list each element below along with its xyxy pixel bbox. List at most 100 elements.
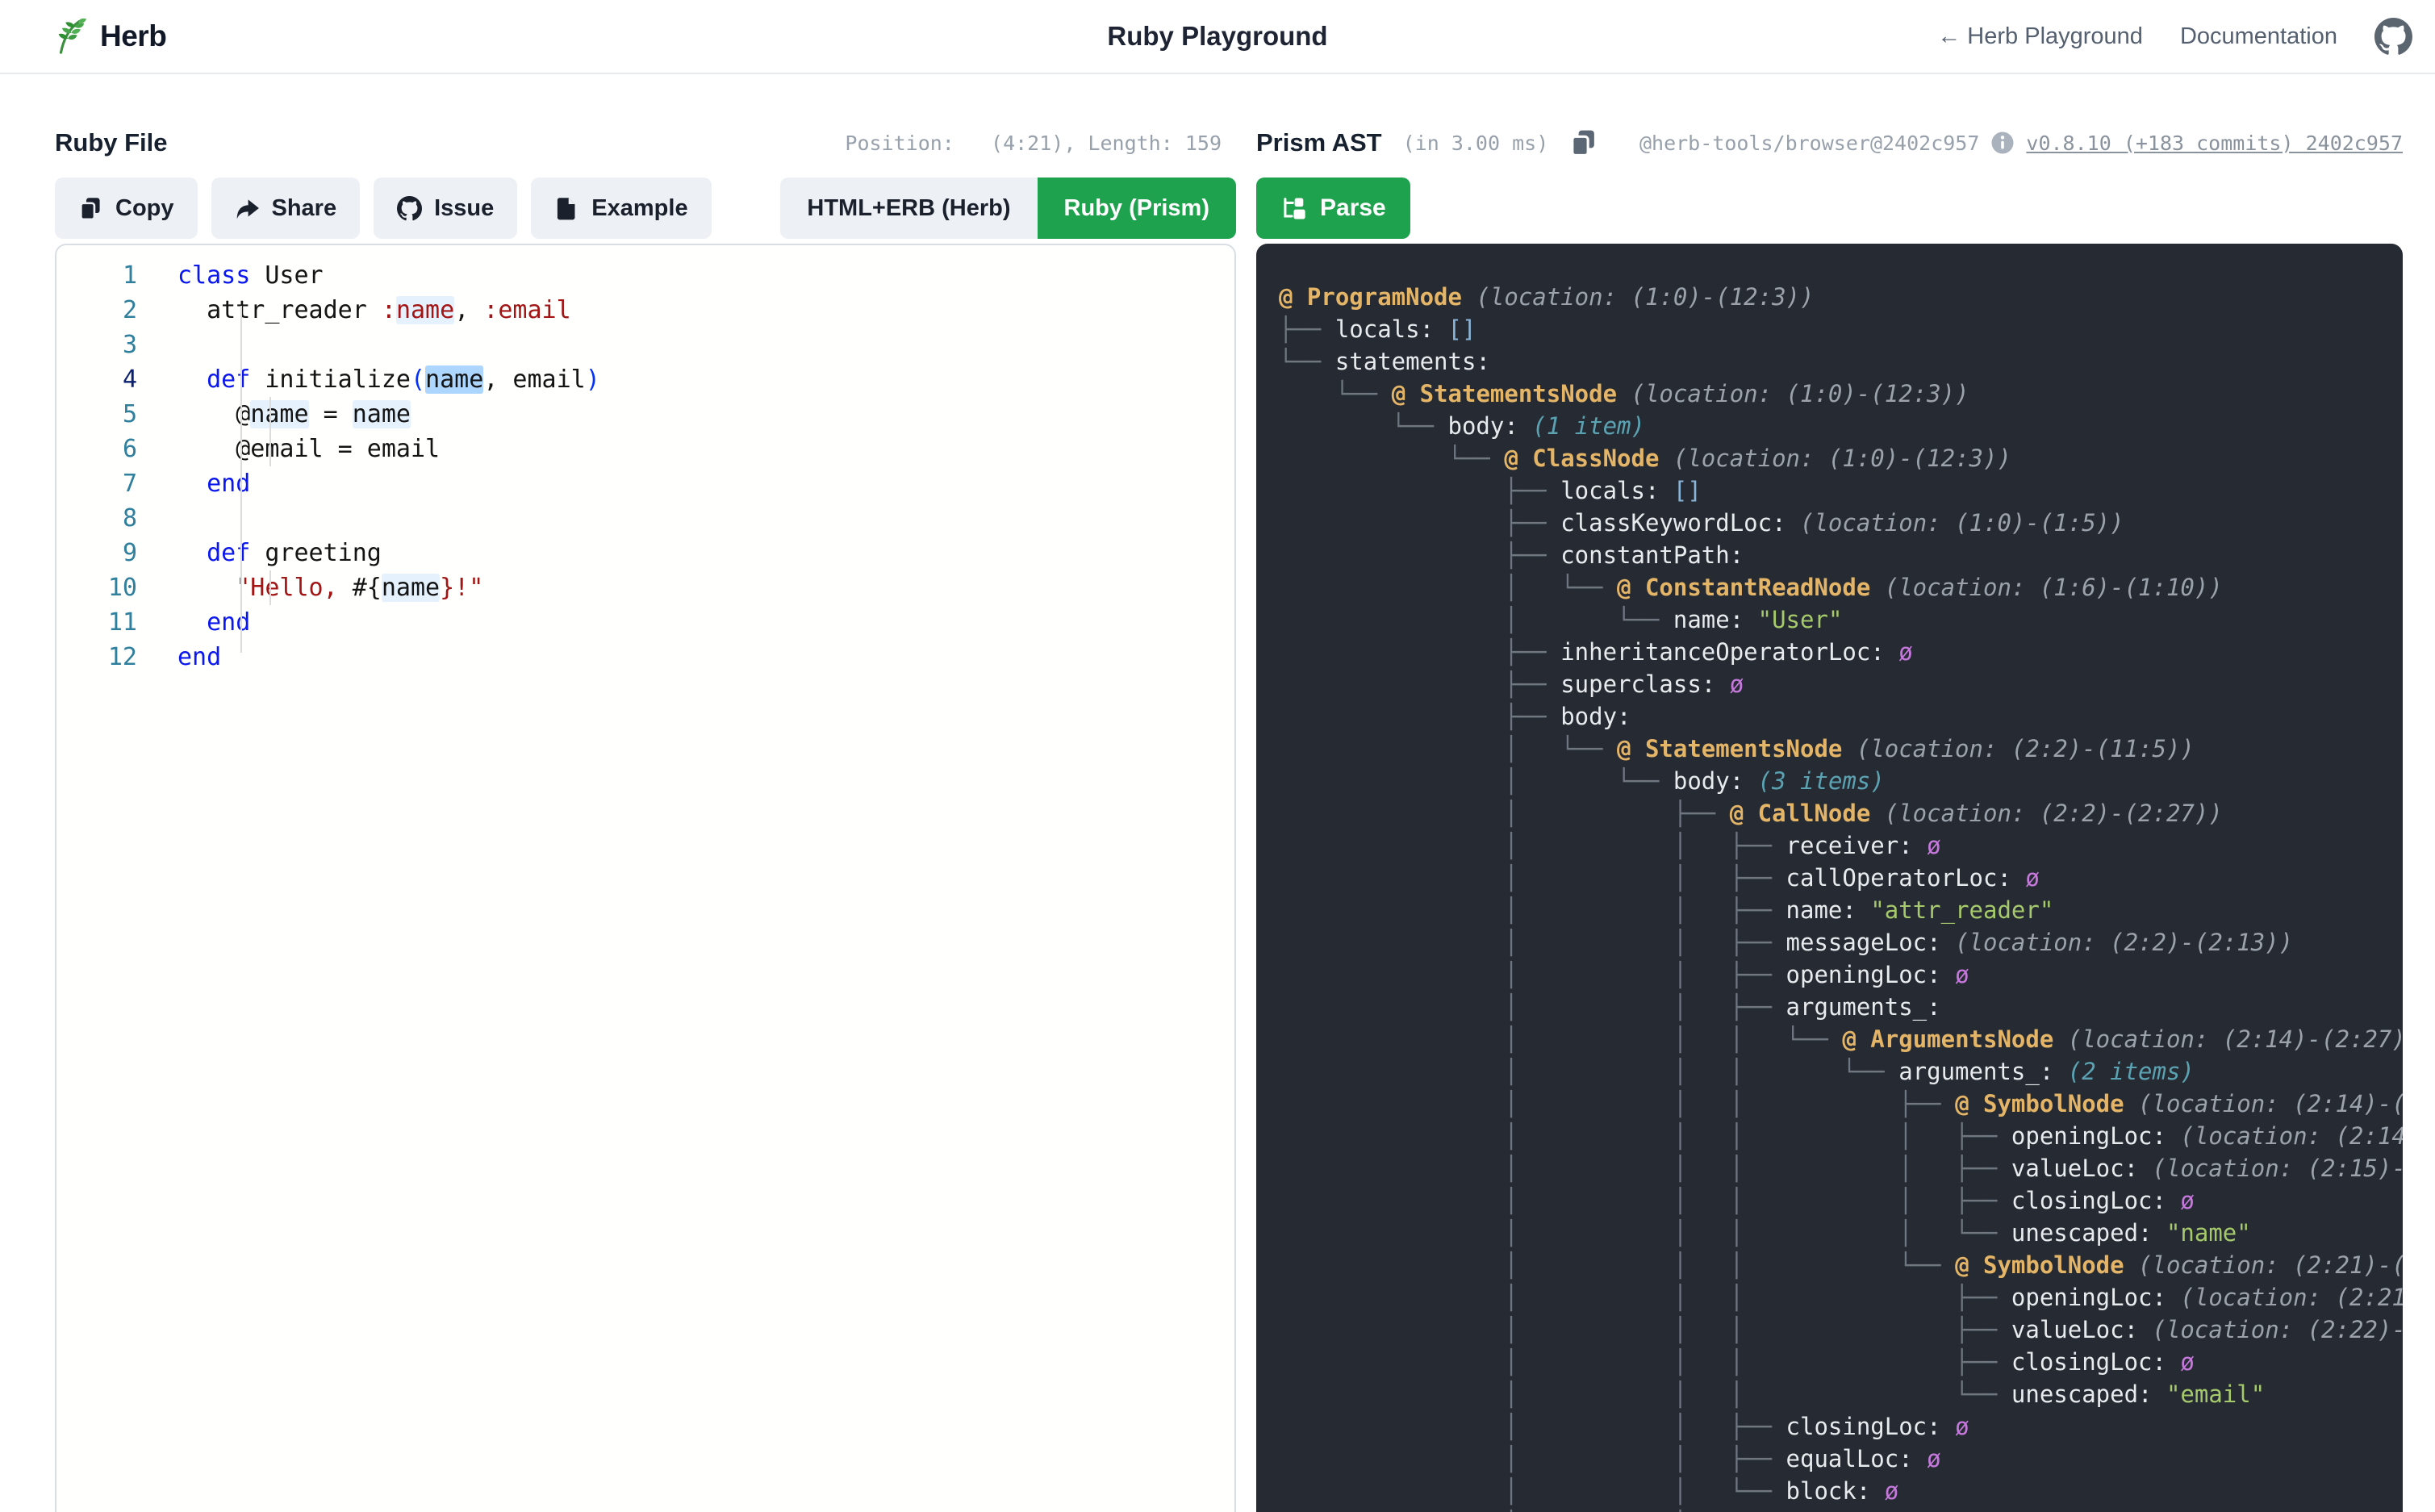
ast-line: │ │ └── block: ø	[1279, 1475, 2403, 1507]
ast-token: │ │ │ └──	[1279, 1025, 1842, 1053]
copy-ast-icon[interactable]	[1569, 128, 1598, 157]
ast-token: │ │ │ └──	[1279, 1058, 1898, 1085]
ast-token: │ └──	[1279, 735, 1617, 762]
ast-token: │ │ │ ├──	[1279, 1284, 2011, 1311]
code-line[interactable]: 3	[56, 328, 1234, 362]
ast-line: └── @ ClassNode (location: (1:0)-(12:3))	[1279, 442, 2403, 474]
ast-token: └──	[1279, 445, 1504, 472]
ast-line: └── statements:	[1279, 345, 2403, 378]
tab-ruby-prism[interactable]: Ruby (Prism)	[1038, 178, 1236, 239]
ast-line: │ │ ├── callOperatorLoc: ø	[1279, 862, 2403, 894]
ast-token: (location: (2:22)-(2:27))	[2153, 1316, 2403, 1343]
info-icon[interactable]	[1990, 131, 2015, 155]
parse-button[interactable]: Parse	[1256, 178, 1410, 239]
version-link[interactable]: v0.8.10 (+183 commits) 2402c957	[2026, 132, 2403, 155]
ast-token: statements:	[1335, 348, 1490, 375]
ast-line: │ │ ├── arguments_:	[1279, 991, 2403, 1023]
ast-token: │ │ ├──	[1279, 864, 1786, 892]
token: initialize	[250, 365, 411, 394]
code-line[interactable]: 10 "Hello, #{name}!"	[56, 570, 1234, 605]
github-icon[interactable]	[2374, 18, 2412, 56]
ast-line: ├── locals: []	[1279, 313, 2403, 345]
ast-actions: Parse	[1256, 178, 2403, 239]
ast-token: block:	[1786, 1477, 1885, 1505]
ruby-code-editor[interactable]: 1class User2 attr_reader :name, :email34…	[55, 244, 1236, 1512]
code-line[interactable]: 5 @name = name	[56, 397, 1234, 432]
token: name	[353, 400, 411, 428]
parse-button-label: Parse	[1320, 194, 1386, 222]
ast-token: │ │ ├──	[1279, 929, 1786, 956]
ast-token: locals:	[1335, 315, 1448, 343]
share-icon	[235, 196, 260, 221]
ast-token: │ │ ├──	[1279, 896, 1786, 924]
ast-token: messageLoc:	[1786, 929, 1956, 956]
ast-token: []	[1673, 477, 1702, 504]
ast-token: superclass:	[1560, 670, 1730, 698]
token: =	[309, 400, 353, 428]
tab-html-erb-herb[interactable]: HTML+ERB (Herb)	[780, 178, 1037, 239]
ast-token: closingLoc:	[2011, 1348, 2181, 1376]
editor-actions: Copy Share Issue Example	[55, 178, 1236, 239]
ast-line: │ │ ├── receiver: ø	[1279, 829, 2403, 862]
code-line[interactable]: 12end	[56, 640, 1234, 675]
line-number: 7	[56, 466, 137, 501]
ast-token: ø	[1885, 1477, 1898, 1505]
ast-token: (location: (2:2)-(2:13))	[1955, 929, 2293, 956]
ast-token: valueLoc:	[2011, 1155, 2153, 1182]
code-text: "Hello, #{name}!"	[178, 570, 483, 605]
ast-line: │ └── @ ConstantReadNode (location: (1:6…	[1279, 571, 2403, 604]
ast-token: unescaped:	[2011, 1219, 2166, 1247]
token	[178, 574, 236, 602]
example-button[interactable]: Example	[531, 178, 711, 239]
code-text: end	[178, 640, 221, 675]
issue-button[interactable]: Issue	[374, 178, 517, 239]
code-text: @name = name	[178, 397, 411, 432]
ast-token: ├──	[1279, 638, 1560, 666]
code-line[interactable]: 11 end	[56, 605, 1234, 640]
ast-node-name: @ StatementsNode	[1617, 735, 1857, 762]
code-line[interactable]: 7 end	[56, 466, 1234, 501]
share-button[interactable]: Share	[211, 178, 361, 239]
back-to-playground-link[interactable]: ← Herb Playground	[1937, 23, 2143, 50]
ast-line: │ │ │ │ ├── closingLoc: ø	[1279, 1184, 2403, 1217]
ast-token: ø	[1927, 832, 1940, 859]
ast-token: (3 items)	[1758, 767, 1885, 795]
code-line[interactable]: 9 def greeting	[56, 536, 1234, 570]
package-name: @herb-tools/browser@2402c957	[1639, 132, 1979, 155]
ast-token: │ │ ├──	[1279, 1445, 1786, 1472]
token: "Hello,	[236, 574, 353, 602]
ast-token: inheritanceOperatorLoc:	[1560, 638, 1898, 666]
document-icon	[554, 196, 579, 221]
code-line[interactable]: 4 def initialize(name, email)	[56, 362, 1234, 397]
ast-token: body:	[1673, 767, 1758, 795]
code-line[interactable]: 8	[56, 501, 1234, 536]
token: def	[178, 365, 250, 394]
code-line[interactable]: 2 attr_reader :name, :email	[56, 293, 1234, 328]
indent-guide	[240, 306, 242, 653]
prism-ast-tree[interactable]: @ ProgramNode (location: (1:0)-(12:3))├─…	[1256, 244, 2403, 1512]
ast-token: body:	[1560, 703, 1631, 730]
ast-token: []	[1448, 315, 1476, 343]
ast-node-name: @ StatementsNode	[1392, 380, 1631, 407]
token: :	[382, 296, 396, 324]
ast-token: │ │ │ └──	[1279, 1251, 1955, 1279]
documentation-link[interactable]: Documentation	[2180, 23, 2337, 50]
ast-token: │ ├──	[1279, 800, 1730, 827]
ast-token: └──	[1279, 412, 1448, 440]
ast-panel-title: Prism AST	[1256, 128, 1382, 157]
ast-node-name: @ SymbolNode	[1955, 1251, 2138, 1279]
ast-token: ├──	[1279, 541, 1560, 569]
token: )	[586, 365, 600, 394]
copy-button[interactable]: Copy	[55, 178, 198, 239]
ast-token: │ │ └──	[1279, 1477, 1786, 1505]
ast-token: (location: (1:0)-(12:3))	[1631, 380, 1969, 407]
code-line[interactable]: 6 @email = email	[56, 432, 1234, 466]
ast-token: "User"	[1758, 606, 1843, 633]
ast-line: @ ProgramNode (location: (1:0)-(12:3))	[1279, 281, 2403, 313]
ast-token: │ │ │ ├──	[1279, 1348, 2011, 1376]
code-line[interactable]: 1class User	[56, 258, 1234, 293]
ast-token: name:	[1673, 606, 1758, 633]
copy-icon	[78, 196, 103, 221]
ast-node-name: @ SymbolNode	[1955, 1090, 2138, 1117]
ast-token: classKeywordLoc:	[1560, 509, 1800, 537]
